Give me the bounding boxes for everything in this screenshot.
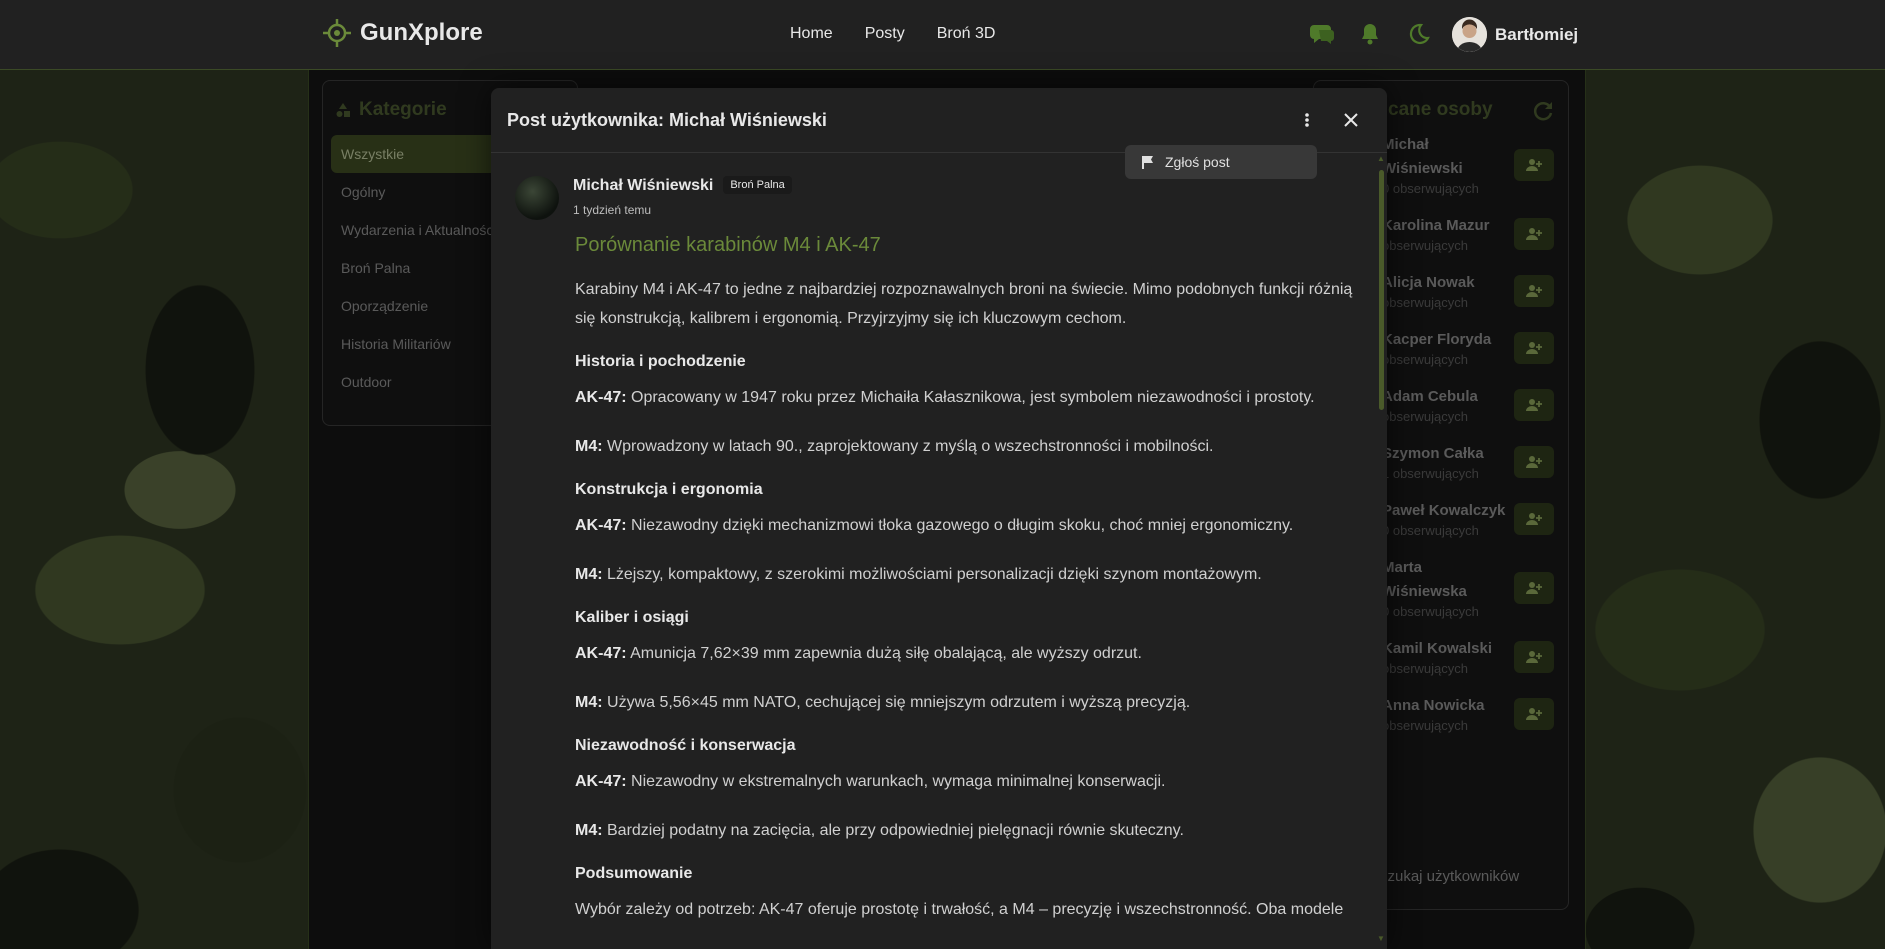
user-name: Bartłomiej [1495, 24, 1579, 44]
weapon-label: M4: [575, 822, 603, 839]
top-navbar: GunXplore Home Posty Broń 3D Bartłomiej [0, 0, 1885, 70]
weapon-text: Niezawodny w ekstremalnych warunkach, wy… [626, 773, 1166, 790]
section-heading: Podsumowanie [575, 865, 693, 882]
ak47-paragraph: AK-47: Opracowany w 1947 roku przez Mich… [575, 383, 1355, 412]
scrollbar-thumb[interactable] [1379, 170, 1384, 410]
m4-paragraph: M4: Lżejszy, kompaktowy, z szerokimi moż… [575, 560, 1355, 589]
weapon-label: M4: [575, 566, 603, 583]
report-post-menu-item[interactable]: Zgłoś post [1125, 145, 1317, 179]
modal-header: Post użytkownika: Michał Wiśniewski [491, 88, 1387, 153]
modal-title: Post użytkownika: Michał Wiśniewski [507, 109, 827, 130]
weapon-label: AK-47: [575, 389, 627, 406]
weapon-text: Używa 5,56×45 mm NATO, cechującej się mn… [602, 694, 1191, 711]
weapon-text: Opracowany w 1947 roku przez Michaiła Ka… [626, 389, 1315, 406]
post-title: Porównanie karabinów M4 i AK-47 [575, 234, 881, 256]
post-intro: Karabiny M4 i AK-47 to jedne z najbardzi… [575, 281, 1353, 327]
weapon-text: Lżejszy, kompaktowy, z szerokimi możliwo… [602, 566, 1262, 583]
chat-icon[interactable] [1308, 20, 1336, 48]
post-author-row: Michał Wiśniewski Broń Palna 1 tydzień te… [515, 176, 1355, 220]
crosshair-icon [323, 19, 351, 47]
post-body: Porównanie karabinów M4 i AK-47 Karabiny… [575, 234, 1355, 924]
m4-paragraph: M4: Wprowadzony w latach 90., zaprojekto… [575, 432, 1355, 461]
m4-paragraph: M4: Używa 5,56×45 mm NATO, cechującej si… [575, 688, 1355, 717]
app-name: GunXplore [360, 19, 483, 46]
scroll-down-arrow[interactable]: ▼ [1377, 934, 1385, 943]
user-menu[interactable]: Bartłomiej [1452, 17, 1578, 52]
category-badge: Broń Palna [723, 176, 792, 194]
weapon-label: M4: [575, 694, 603, 711]
nav-guns3d[interactable]: Broń 3D [937, 25, 996, 43]
close-icon[interactable] [1339, 108, 1363, 132]
weapon-text: Bardziej podatny na zacięcia, ale przy o… [602, 822, 1184, 839]
section-heading: Historia i pochodzenie [575, 353, 746, 370]
moon-icon[interactable] [1404, 20, 1432, 48]
post-summary: Wybór zależy od potrzeb: AK-47 oferuje p… [575, 901, 1344, 918]
weapon-label: AK-47: [575, 517, 627, 534]
header-icons [1308, 20, 1432, 48]
ak47-paragraph: AK-47: Niezawodny dzięki mechanizmowi tł… [575, 511, 1355, 540]
m4-paragraph: M4: Bardziej podatny na zacięcia, ale pr… [575, 816, 1355, 845]
weapon-label: AK-47: [575, 645, 627, 662]
scroll-up-arrow[interactable]: ▲ [1377, 154, 1385, 163]
nav-home[interactable]: Home [790, 25, 833, 43]
weapon-text: Wprowadzony w latach 90., zaprojektowany… [602, 438, 1214, 455]
bell-icon[interactable] [1356, 20, 1384, 48]
author-avatar[interactable] [515, 176, 559, 220]
avatar [1452, 17, 1487, 52]
weapon-label: AK-47: [575, 773, 627, 790]
main-nav: Home Posty Broń 3D [790, 25, 995, 43]
weapon-label: M4: [575, 438, 603, 455]
post-modal: Post użytkownika: Michał Wiśniewski Zgło… [491, 88, 1387, 949]
post: Michał Wiśniewski Broń Palna 1 tydzień te… [515, 176, 1355, 944]
flag-icon [1142, 156, 1153, 169]
section-heading: Kaliber i osiągi [575, 609, 689, 626]
weapon-text: Niezawodny dzięki mechanizmowi tłoka gaz… [626, 517, 1294, 534]
ak47-paragraph: AK-47: Amunicja 7,62×39 mm zapewnia dużą… [575, 639, 1355, 668]
more-options-icon[interactable] [1295, 108, 1319, 132]
post-time: 1 tydzień temu [573, 203, 652, 217]
report-post-label: Zgłoś post [1165, 154, 1230, 170]
post-sections: Historia i pochodzenie AK-47: Opracowany … [575, 353, 1355, 845]
ak47-paragraph: AK-47: Niezawodny w ekstremalnych warunk… [575, 767, 1355, 796]
section-heading: Niezawodność i konserwacja [575, 737, 796, 754]
nav-posts[interactable]: Posty [865, 25, 905, 43]
weapon-text: Amunicja 7,62×39 mm zapewnia dużą siłę o… [626, 645, 1142, 662]
logo[interactable]: GunXplore [322, 18, 483, 48]
author-name[interactable]: Michał Wiśniewski [573, 177, 713, 195]
section-heading: Konstrukcja i ergonomia [575, 481, 763, 498]
